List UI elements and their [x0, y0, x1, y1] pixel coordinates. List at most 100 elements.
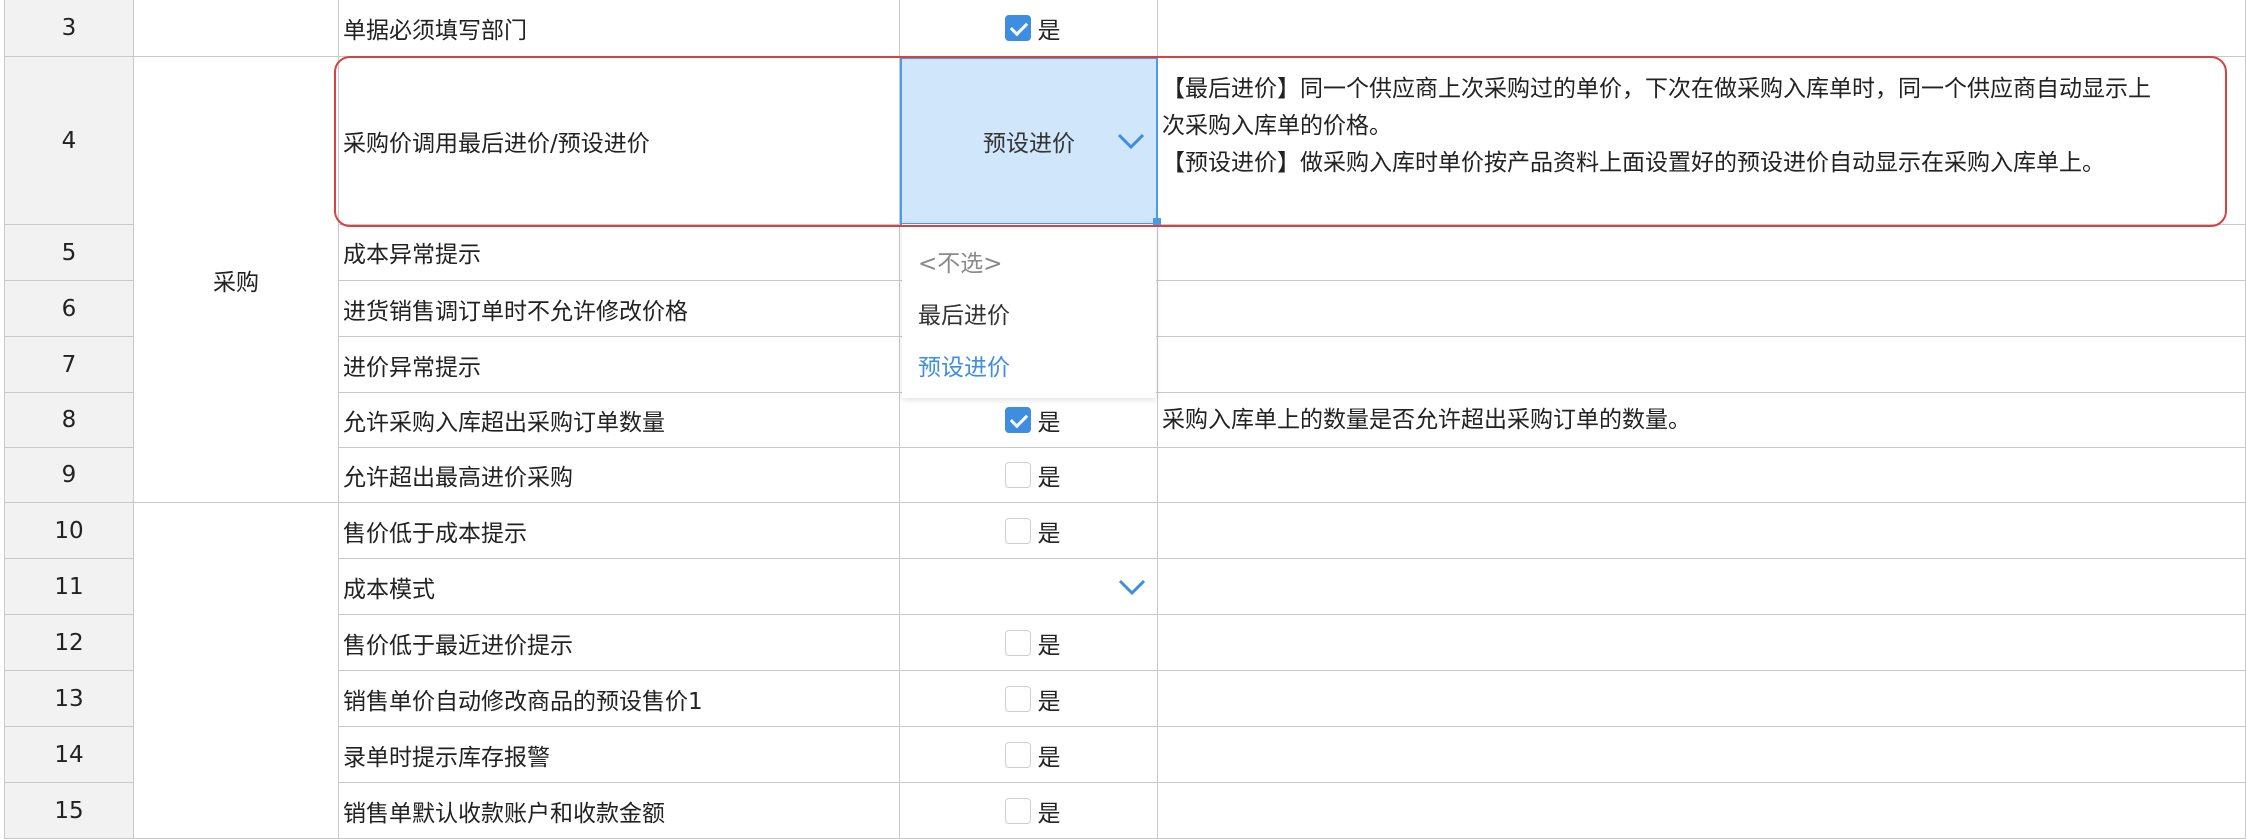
row-number-text: 13: [54, 685, 84, 712]
setting-name: 单据必须填写部门: [339, 0, 900, 57]
setting-description: [1158, 0, 2246, 57]
setting-description: [1158, 281, 2246, 337]
setting-name: 售价低于成本提示: [339, 503, 900, 559]
checkbox-label: 是: [1037, 410, 1061, 436]
row-number: 8: [4, 393, 134, 448]
description-line: 【最后进价】同一个供应商上次采购过的单价，下次在做采购入库单时，同一个供应商自动…: [1162, 76, 2151, 102]
setting-name-text: 允许超出最高进价采购: [343, 465, 573, 491]
dropdown-option-last-price[interactable]: 最后进价: [918, 296, 1010, 330]
setting-description: [1158, 225, 2246, 281]
price-source-dropdown: <不选> 最后进价 预设进价: [902, 224, 1156, 398]
setting-description: [1158, 615, 2246, 671]
setting-name: 成本模式: [339, 559, 900, 615]
dropdown-option-none[interactable]: <不选>: [918, 244, 1003, 278]
checkbox[interactable]: [1004, 741, 1031, 768]
setting-name-text: 销售单价自动修改商品的预设售价1: [343, 688, 703, 715]
setting-name-text: 销售单默认收款账户和收款金额: [343, 800, 665, 827]
price-source-select[interactable]: 预设进价: [900, 57, 1158, 225]
checkbox[interactable]: [1004, 407, 1031, 433]
checkbox-label: 是: [1037, 465, 1061, 491]
row-number: 15: [4, 783, 134, 839]
row-number-text: 9: [61, 462, 77, 488]
setting-name: 进货销售调订单时不允许修改价格: [339, 281, 900, 337]
setting-name-text: 进货销售调订单时不允许修改价格: [343, 298, 688, 325]
setting-name-text: 成本异常提示: [343, 242, 481, 268]
row-number-text: 6: [61, 295, 77, 322]
row-number: 12: [4, 615, 134, 671]
setting-name: 采购价调用最后进价/预设进价: [339, 57, 900, 225]
description-line: 次采购入库单的价格。: [1162, 113, 1392, 139]
checkbox[interactable]: [1004, 797, 1031, 824]
setting-description: 采购入库单上的数量是否允许超出采购订单的数量。: [1158, 393, 2246, 448]
setting-name-text: 成本模式: [343, 576, 435, 603]
setting-description: [1158, 503, 2246, 559]
setting-value: 是: [900, 448, 1158, 503]
row-number: 13: [4, 671, 134, 727]
row-number-text: 15: [54, 797, 84, 824]
checkbox-label: 是: [1037, 18, 1061, 44]
setting-description: [1158, 559, 2246, 615]
settings-table: 3 单据必须填写部门 是 4 采购价调用最后进价/预设进价 预设进价 【最后进价…: [0, 0, 2246, 839]
description-line: 【预设进价】做采购入库时单价按产品资料上面设置好的预设进价自动显示在采购入库单上…: [1162, 150, 2105, 176]
setting-description: [1158, 337, 2246, 393]
setting-name: 成本异常提示: [339, 225, 900, 281]
row-number: 14: [4, 727, 134, 783]
row-number: 5: [4, 225, 134, 281]
checkbox-label: 是: [1037, 520, 1061, 547]
category-label: 采购: [213, 269, 259, 296]
row-number: 7: [4, 337, 134, 393]
row-number: 6: [4, 281, 134, 337]
row-number: 11: [4, 559, 134, 615]
checkbox[interactable]: [1004, 629, 1031, 656]
chevron-down-icon[interactable]: [1116, 131, 1146, 151]
checkbox-label: 是: [1037, 688, 1061, 715]
row-number-text: 4: [61, 127, 77, 154]
setting-name: 销售单默认收款账户和收款金额: [339, 783, 900, 839]
dropdown-option-preset-price[interactable]: 预设进价: [918, 348, 1010, 382]
checkbox[interactable]: [1004, 517, 1031, 544]
row-number-text: 5: [61, 239, 77, 266]
row-number-text: 8: [61, 407, 77, 433]
checkbox-label: 是: [1037, 800, 1061, 827]
description-text: 采购入库单上的数量是否允许超出采购订单的数量。: [1162, 406, 1691, 433]
cell-resize-handle[interactable]: [1153, 218, 1161, 226]
category-cell: [134, 0, 339, 57]
setting-value: 是: [900, 727, 1158, 783]
chevron-down-icon[interactable]: [1117, 577, 1147, 597]
setting-name: 录单时提示库存报警: [339, 727, 900, 783]
setting-description: [1158, 448, 2246, 503]
setting-name-text: 录单时提示库存报警: [343, 744, 550, 771]
setting-name: 销售单价自动修改商品的预设售价1: [339, 671, 900, 727]
row-number-text: 12: [54, 629, 84, 656]
setting-name-text: 进价异常提示: [343, 354, 481, 381]
setting-value: 是: [900, 671, 1158, 727]
select-value: 预设进价: [983, 131, 1075, 157]
row-number: 3: [4, 0, 134, 57]
setting-name-text: 允许采购入库超出采购订单数量: [343, 410, 665, 436]
setting-name: 售价低于最近进价提示: [339, 615, 900, 671]
checkbox-label: 是: [1037, 632, 1061, 659]
checkbox-label: 是: [1037, 744, 1061, 771]
checkbox[interactable]: [1004, 15, 1031, 41]
setting-description: [1158, 783, 2246, 839]
setting-description: [1158, 727, 2246, 783]
row-number: 10: [4, 503, 134, 559]
category-cell-purchase: 采购: [134, 57, 339, 503]
setting-name: 允许采购入库超出采购订单数量: [339, 393, 900, 448]
setting-name: 允许超出最高进价采购: [339, 448, 900, 503]
setting-value: 是: [900, 503, 1158, 559]
cost-mode-select[interactable]: [900, 559, 1158, 615]
row-number-text: 3: [61, 15, 77, 41]
checkbox[interactable]: [1004, 462, 1031, 488]
setting-description: [1158, 671, 2246, 727]
setting-value: 是: [900, 615, 1158, 671]
setting-name-text: 售价低于最近进价提示: [343, 632, 573, 659]
row-number: 9: [4, 448, 134, 503]
row-number-text: 11: [54, 573, 84, 600]
category-cell-sales: [134, 503, 339, 839]
row-number-text: 10: [54, 517, 84, 544]
setting-value: 是: [900, 393, 1158, 448]
setting-name: 进价异常提示: [339, 337, 900, 393]
checkbox[interactable]: [1004, 685, 1031, 712]
row-number-text: 7: [61, 351, 77, 378]
